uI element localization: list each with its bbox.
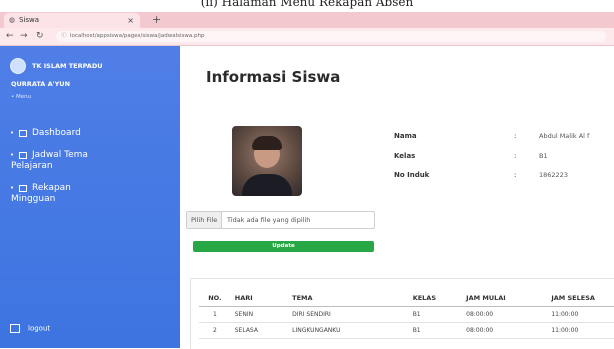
col-tema: TEMA — [288, 289, 409, 307]
school-logo — [10, 58, 26, 74]
tab-title: Siswa — [19, 16, 40, 24]
info-icon: ⓘ — [61, 33, 67, 39]
logout-link[interactable]: logout — [10, 324, 50, 333]
browser-tab-bar: ◍ Siswa × + — [0, 12, 614, 28]
sidebar-item-label: Jadwal Tema — [32, 150, 88, 160]
update-button[interactable]: Update — [193, 241, 374, 252]
back-arrow-icon[interactable]: ← — [6, 28, 14, 45]
col-kelas: KELAS — [408, 289, 463, 307]
grid-icon — [19, 185, 27, 192]
school-name-line2: QURRATA A'YUN — [11, 80, 71, 88]
main-content: Informasi Siswa Nama : Abdul Malik Al f … — [180, 46, 614, 349]
menu-heading: • Menu — [11, 94, 32, 100]
sidebar-item-label: Mingguan — [11, 194, 56, 204]
globe-icon: ◍ — [9, 16, 16, 24]
choose-file-button[interactable]: Pilih File — [187, 212, 223, 228]
school-name-line1: TK ISLAM TERPADU — [32, 62, 103, 70]
address-bar: ← → ↻ ⓘ localhost/appsiswa/pages/siswa/j… — [0, 28, 614, 46]
col-jam-selesai: JAM SELESA — [547, 289, 614, 307]
table-row: 1 SENIN DIRI SENDIRI B1 08:00:00 11:00:0… — [199, 306, 614, 323]
file-input[interactable]: Pilih File Tidak ada file yang dipilih — [186, 211, 375, 229]
sidebar-item-label: Dashboard — [32, 128, 81, 138]
col-no: NO. — [199, 289, 231, 307]
schedule-table-card: NO. HARI TEMA KELAS JAM MULAI JAM SELESA… — [190, 278, 614, 349]
col-hari: HARI — [230, 289, 289, 307]
schedule-table: NO. HARI TEMA KELAS JAM MULAI JAM SELESA… — [199, 289, 614, 339]
table-row: 2 SELASA LINGKUNGANKU B1 08:00:00 11:00:… — [199, 322, 614, 339]
file-status: Tidak ada file yang dipilih — [227, 216, 311, 224]
grid-icon — [19, 152, 27, 159]
sidebar: TK ISLAM TERPADU QURRATA A'YUN • Menu • … — [0, 46, 180, 348]
browser-tab[interactable]: ◍ Siswa × — [4, 13, 140, 28]
student-photo — [232, 126, 302, 196]
sidebar-item-label: Rekapan — [32, 183, 71, 193]
grid-icon — [19, 130, 27, 137]
forward-arrow-icon[interactable]: → — [20, 28, 28, 45]
logout-icon — [10, 324, 20, 333]
sidebar-item-label: Pelajaran — [11, 161, 53, 171]
url-text: localhost/appsiswa/pages/siswa/jadwalsis… — [70, 33, 205, 39]
close-tab-icon[interactable]: × — [127, 13, 134, 28]
table-header-row: NO. HARI TEMA KELAS JAM MULAI JAM SELESA — [199, 289, 614, 307]
figure-caption: (ii) Halaman Menu Rekapan Absen — [200, 0, 414, 9]
reload-icon[interactable]: ↻ — [36, 28, 44, 45]
page-title: Informasi Siswa — [206, 68, 341, 86]
url-field[interactable]: ⓘ localhost/appsiswa/pages/siswa/jadwals… — [56, 31, 606, 42]
new-tab-button[interactable]: + — [152, 12, 161, 28]
col-jam-mulai: JAM MULAI — [462, 289, 548, 307]
